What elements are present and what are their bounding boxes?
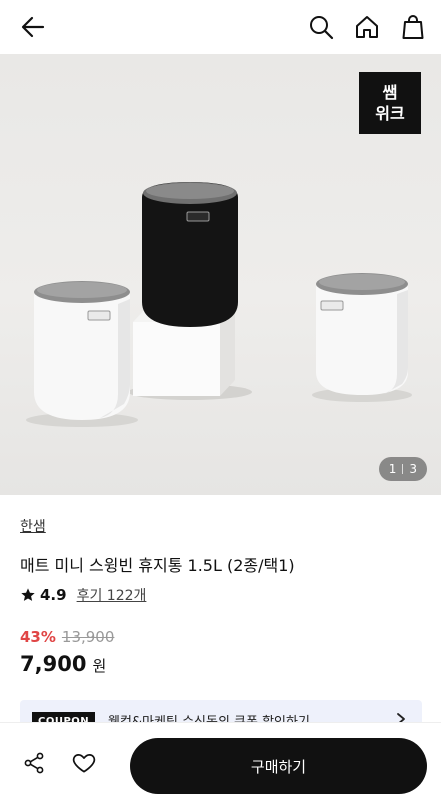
cart-button[interactable]: [396, 10, 430, 44]
pager-total: 3: [409, 462, 417, 476]
heart-icon: [72, 754, 96, 773]
badge-line-2: 위크: [375, 104, 405, 123]
final-price-value: 7,900: [20, 652, 87, 676]
rating-row: 4.9 후기 122개: [20, 585, 146, 605]
discount-rate: 43%: [20, 628, 56, 646]
pager-divider: [402, 464, 404, 474]
product-image-carousel[interactable]: 쌤 위크 1 3: [0, 54, 441, 495]
bottom-action-bar: 구매하기: [0, 722, 441, 800]
back-button[interactable]: [16, 10, 50, 44]
brand-link[interactable]: 한샘: [20, 516, 46, 536]
product-title: 매트 미니 스윙빈 휴지통 1.5L (2종/택1): [20, 556, 295, 575]
currency-label: 원: [92, 657, 107, 675]
star-icon: [21, 588, 35, 601]
badge-line-1: 쌤: [382, 83, 398, 102]
share-icon: [24, 752, 44, 774]
top-bar: [0, 0, 441, 54]
original-price: 13,900: [61, 628, 115, 646]
ssam-week-badge: 쌤 위크: [359, 72, 421, 134]
search-icon: [310, 16, 334, 40]
shopping-bag-icon: [402, 15, 424, 39]
like-button[interactable]: [70, 749, 98, 777]
rating-score: 4.9: [40, 586, 67, 604]
share-button[interactable]: [20, 749, 48, 777]
search-button[interactable]: [304, 10, 338, 44]
reviews-link[interactable]: 후기 122개: [77, 585, 147, 605]
arrow-left-icon: [21, 16, 45, 38]
home-button[interactable]: [350, 10, 384, 44]
buy-button[interactable]: 구매하기: [130, 738, 427, 794]
final-price: 7,900 원: [20, 652, 106, 676]
pager-current: 1: [388, 462, 397, 476]
price-row: 43% 13,900: [20, 628, 114, 646]
home-icon: [356, 16, 378, 38]
image-pager: 1 3: [378, 457, 427, 481]
